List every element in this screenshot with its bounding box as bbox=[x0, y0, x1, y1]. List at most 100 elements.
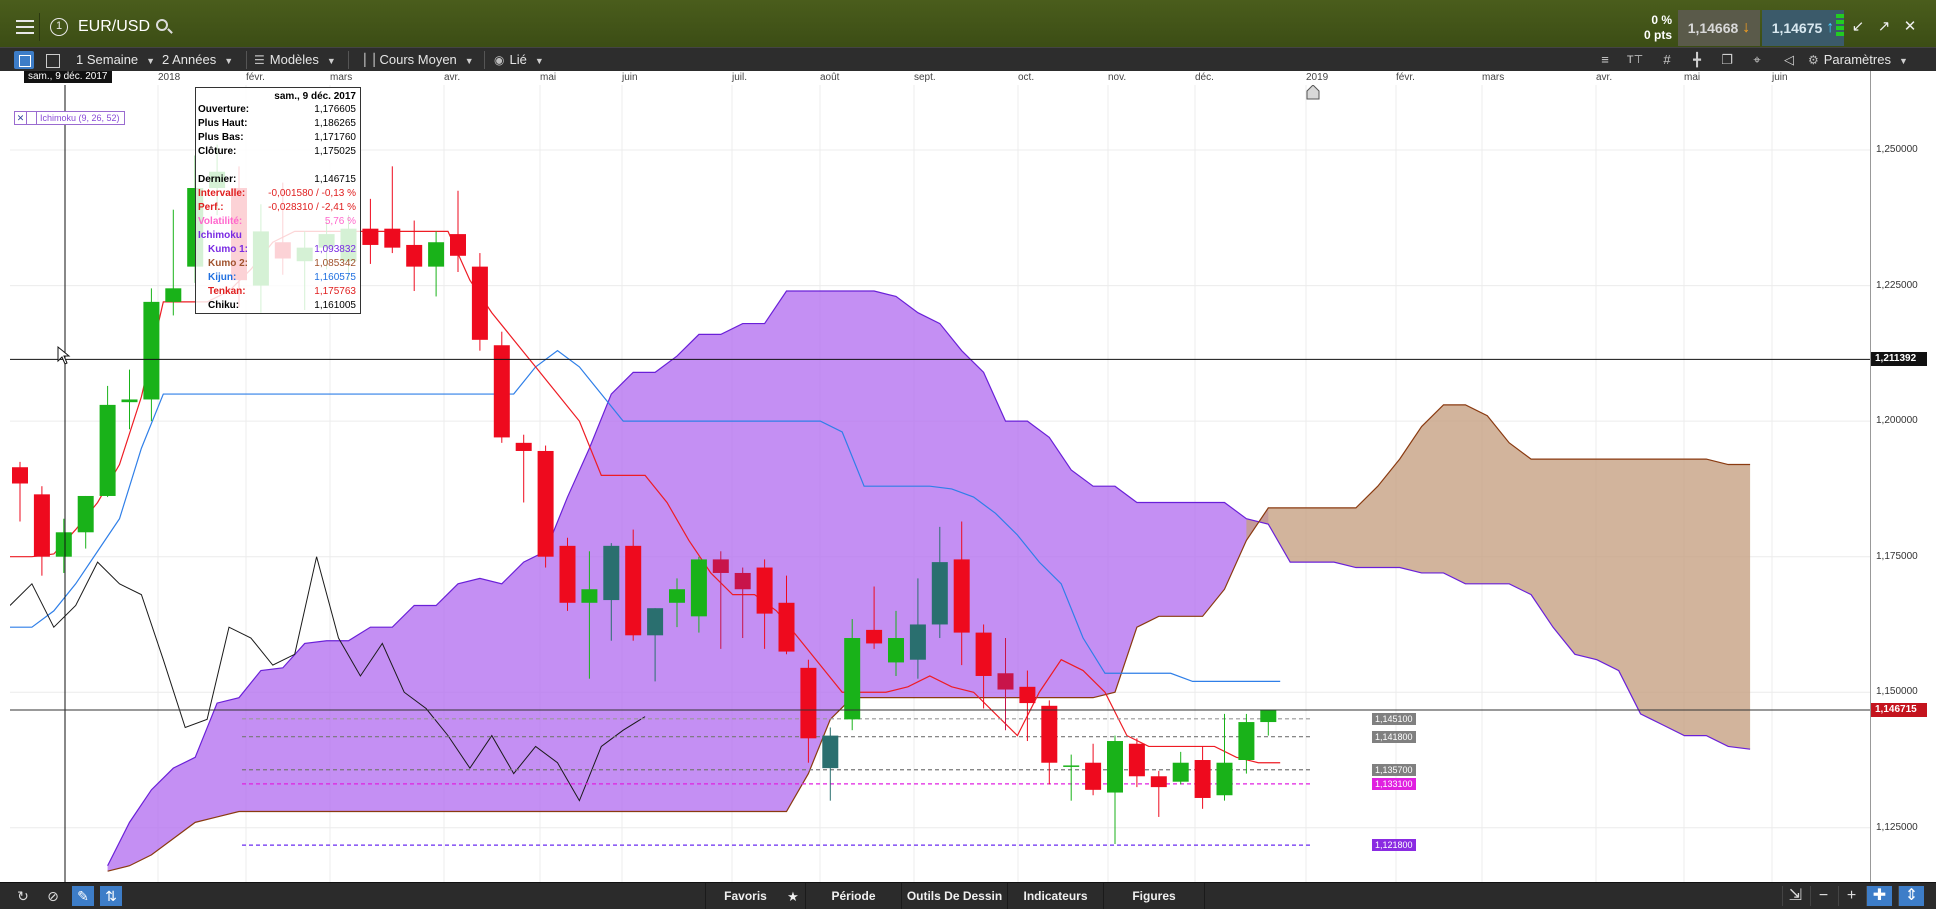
candle-body bbox=[581, 589, 598, 603]
candle-body bbox=[1216, 762, 1233, 796]
align-icon[interactable]: ≡ bbox=[1594, 48, 1616, 72]
pencil-icon[interactable]: ✎ bbox=[72, 886, 94, 906]
window-controls: ↙ ↗ ✕ bbox=[1840, 14, 1920, 40]
date-axis-label: avr. bbox=[1596, 72, 1613, 83]
price-axis-tick: 1,175000 bbox=[1876, 550, 1918, 562]
text-size-icon[interactable]: T⊤ bbox=[1624, 48, 1646, 72]
fit-icon[interactable]: ⇲ bbox=[1782, 886, 1808, 906]
candle-body bbox=[953, 559, 970, 633]
date-axis-label: 2019 bbox=[1306, 72, 1329, 83]
candle-body bbox=[647, 608, 664, 636]
indicator-legend[interactable]: ✕ Ichimoku (9, 26, 52) bbox=[14, 111, 125, 125]
range-dropdown[interactable]: 2 Années ▼ bbox=[162, 48, 233, 72]
tooltip-value: 5,76 % bbox=[324, 216, 356, 227]
candle-body bbox=[888, 638, 904, 663]
candle-body bbox=[778, 602, 795, 652]
zoom-in-icon[interactable]: + bbox=[1838, 886, 1864, 906]
close-icon[interactable]: ✕ bbox=[1900, 14, 1920, 40]
candle-body bbox=[165, 288, 182, 302]
tooltip-key: Ichimoku bbox=[198, 230, 242, 241]
hamburger-menu-icon[interactable] bbox=[10, 13, 40, 41]
cancel-icon[interactable]: ⊘ bbox=[42, 886, 64, 906]
collapse-icon[interactable]: ↙ bbox=[1848, 14, 1868, 40]
sell-price: 1,14668 bbox=[1687, 20, 1739, 36]
chevron-down-icon: ▼ bbox=[464, 56, 474, 66]
info-icon[interactable]: 1 bbox=[46, 13, 72, 41]
candle-body bbox=[55, 532, 72, 557]
instrument-symbol[interactable]: EUR/USD bbox=[78, 18, 150, 36]
ohlc-tooltip: sam., 9 déc. 2017 Ouverture: 1,176605 Plus… bbox=[195, 87, 361, 314]
date-axis-label: nov. bbox=[1108, 72, 1127, 83]
candle-body bbox=[997, 673, 1014, 690]
sell-price-button[interactable]: 1,14668 ↓ bbox=[1678, 10, 1760, 46]
candle-body bbox=[931, 562, 948, 625]
tooltip-key: Volatilité: bbox=[198, 216, 243, 227]
tooltip-value: -0,001580 / -0,13 % bbox=[268, 188, 356, 199]
tab-favoris[interactable]: Favoris bbox=[705, 883, 785, 909]
tooltip-row: Plus Bas: 1,171760 bbox=[198, 132, 356, 145]
interval-dropdown[interactable]: 1 Semaine ▼ bbox=[76, 48, 155, 72]
candle-body bbox=[822, 735, 839, 769]
price-level-tag[interactable]: 1,135700 bbox=[1372, 763, 1416, 776]
candle-body bbox=[1041, 705, 1058, 763]
crosshair-mode-icon[interactable]: ✚ bbox=[1866, 886, 1892, 906]
price-axis[interactable]: 1,250000 1,225000 1,200000 1,175000 1,150000… bbox=[1870, 71, 1936, 882]
settings-button[interactable]: ⚙ Paramètres ▼ bbox=[1808, 48, 1908, 72]
tooltip-key: Dernier: bbox=[198, 174, 237, 185]
expand-vertical-icon[interactable]: ⇕ bbox=[1898, 886, 1924, 906]
popout-icon[interactable]: ↗ bbox=[1874, 14, 1894, 40]
tab-periode[interactable]: Période bbox=[805, 883, 901, 909]
star-icon[interactable]: ★ bbox=[782, 883, 804, 909]
candle-body bbox=[1150, 776, 1167, 788]
tab-label: Favoris bbox=[724, 889, 767, 903]
candle-body bbox=[99, 404, 116, 496]
chevron-down-icon: ▼ bbox=[326, 56, 336, 66]
tab-outils-de-dessin[interactable]: Outils De Dessin bbox=[901, 883, 1007, 909]
crosshair-grid-icon[interactable]: ╋ bbox=[1686, 48, 1708, 72]
candle-body bbox=[625, 545, 642, 636]
refresh-icon[interactable]: ↻ bbox=[12, 886, 34, 906]
date-axis-label: mai bbox=[540, 72, 557, 83]
candle-body bbox=[975, 632, 992, 676]
date-axis-label: mars bbox=[1482, 72, 1505, 83]
date-axis-label: mai bbox=[1684, 72, 1701, 83]
date-axis-label: 2018 bbox=[158, 72, 181, 83]
grid-icon[interactable]: # bbox=[1656, 48, 1678, 72]
candle-body bbox=[1085, 762, 1102, 790]
copy-icon[interactable]: ❐ bbox=[1716, 48, 1738, 72]
price-level-tag[interactable]: 1,133100 bbox=[1372, 777, 1416, 790]
crosshair-icon[interactable]: ⌖ bbox=[1746, 48, 1768, 72]
candle-body bbox=[1128, 743, 1145, 777]
indicator-settings-icon[interactable] bbox=[27, 112, 37, 124]
tag-icon[interactable]: ◁ bbox=[1778, 48, 1800, 72]
link-label: Lié bbox=[509, 52, 527, 67]
date-axis: 2018 févr. mars avr. mai juin juil. août sept. oc… bbox=[0, 71, 1870, 85]
price-level-tag[interactable]: 1,145100 bbox=[1372, 712, 1416, 725]
percent-change: 0 % bbox=[1651, 13, 1672, 27]
buy-price-button[interactable]: 1,14675 ↑ bbox=[1762, 10, 1844, 46]
eye-icon: ◉ bbox=[494, 53, 505, 67]
candle-body bbox=[1238, 722, 1255, 761]
link-dropdown[interactable]: ◉ Lié ▼ bbox=[494, 48, 544, 72]
chart-type-label: Cours Moyen bbox=[379, 52, 457, 67]
zoom-out-icon[interactable]: − bbox=[1810, 886, 1836, 906]
candle-body bbox=[515, 442, 532, 451]
price-axis-tick: 1,150000 bbox=[1876, 686, 1918, 698]
price-level-tag[interactable]: 1,141800 bbox=[1372, 730, 1416, 743]
remove-indicator-icon[interactable]: ✕ bbox=[15, 112, 27, 124]
date-axis-label: avr. bbox=[444, 72, 461, 83]
candle-body bbox=[428, 242, 445, 267]
tooltip-row: Intervalle: -0,001580 / -0,13 % bbox=[198, 188, 356, 201]
magnet-icon[interactable]: ⇅ bbox=[100, 886, 122, 906]
layout-icon[interactable] bbox=[14, 51, 34, 69]
chart-type-dropdown[interactable]: ▕▕ Cours Moyen ▼ bbox=[356, 48, 474, 72]
tab-indicateurs[interactable]: Indicateurs bbox=[1007, 883, 1103, 909]
candle-body bbox=[800, 667, 817, 739]
date-marker-icon bbox=[1306, 85, 1320, 100]
search-icon[interactable] bbox=[156, 19, 168, 31]
grid-layout-icon[interactable] bbox=[46, 48, 62, 72]
tooltip-value: 1,085342 bbox=[314, 258, 356, 269]
price-level-tag[interactable]: 1,121800 bbox=[1372, 839, 1416, 852]
templates-dropdown[interactable]: ☰ Modèles ▼ bbox=[254, 48, 336, 72]
tab-figures[interactable]: Figures bbox=[1103, 883, 1205, 909]
